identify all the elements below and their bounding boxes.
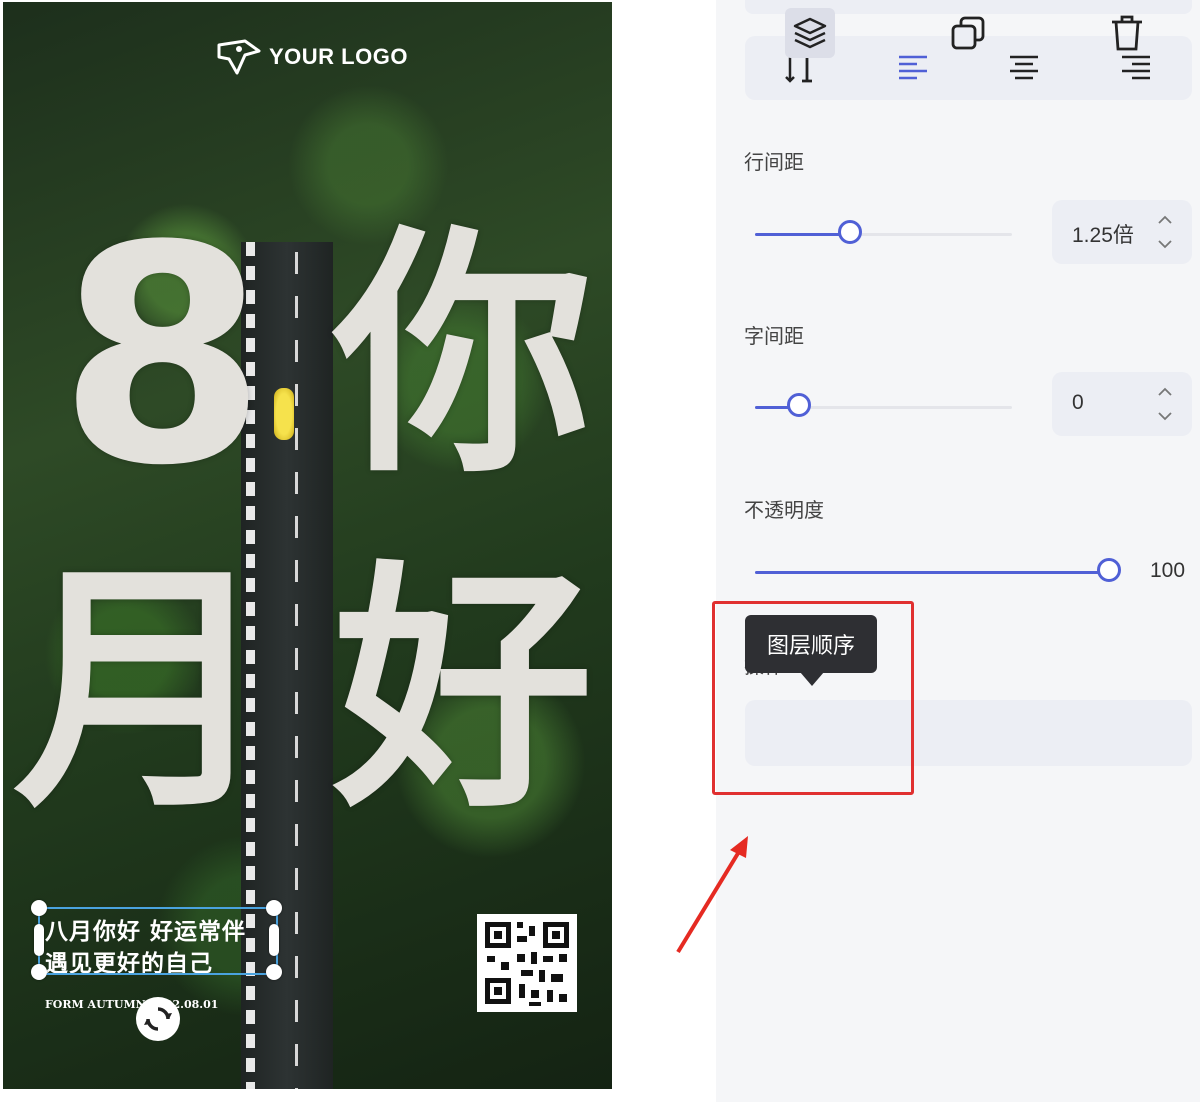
letter-spacing-decrement[interactable] <box>1156 409 1174 423</box>
line-spacing-fill <box>755 233 851 236</box>
align-right-icon <box>1122 55 1151 80</box>
resize-handle-left[interactable] <box>34 924 44 956</box>
opacity-thumb[interactable] <box>1097 558 1121 582</box>
line-spacing-thumb[interactable] <box>838 220 863 244</box>
letter-spacing-slider[interactable] <box>755 393 1012 417</box>
letter-spacing-increment[interactable] <box>1156 384 1174 398</box>
resize-handle-right[interactable] <box>269 924 279 956</box>
letter-spacing-label: 字间距 <box>744 326 804 348</box>
road-center-line <box>295 252 298 1089</box>
line-spacing-value: 1.25倍 <box>1072 224 1134 247</box>
annotation-arrow-icon <box>676 836 748 954</box>
copy-icon <box>951 16 985 50</box>
align-center-button[interactable] <box>999 43 1049 93</box>
duplicate-button[interactable] <box>943 8 993 58</box>
line-spacing-slider[interactable] <box>755 220 1012 244</box>
opacity-slider[interactable] <box>755 558 1121 582</box>
line-spacing-increment[interactable] <box>1156 212 1174 226</box>
rotate-handle[interactable] <box>136 997 180 1041</box>
resize-handle-bottom-right[interactable] <box>266 964 282 980</box>
letter-spacing-thumb[interactable] <box>786 393 811 417</box>
layer-order-button[interactable] <box>785 8 835 58</box>
line-spacing-decrement[interactable] <box>1156 237 1174 251</box>
headline-char-8[interactable]: 8 <box>58 207 267 507</box>
logo-text: YOUR LOGO <box>269 44 408 69</box>
annotation-highlight-box <box>712 601 914 795</box>
headline-char-ni[interactable]: 你 <box>333 227 593 487</box>
selection-box[interactable] <box>38 907 278 975</box>
chevron-down-icon <box>1158 411 1172 420</box>
opacity-label: 不透明度 <box>744 500 824 522</box>
chevron-up-icon <box>1158 215 1172 224</box>
qr-code-icon <box>485 922 569 1006</box>
headline-char-hao[interactable]: 好 <box>333 562 593 822</box>
letter-spacing-value: 0 <box>1072 391 1084 414</box>
align-left-button[interactable] <box>888 43 938 93</box>
headline-char-yue[interactable]: 月 <box>13 562 273 822</box>
line-spacing-label: 行间距 <box>744 152 804 174</box>
yellow-car <box>274 388 294 440</box>
qr-code[interactable] <box>477 914 577 1012</box>
line-spacing-input[interactable]: 1.25倍 <box>1052 200 1192 264</box>
letter-spacing-input[interactable]: 0 <box>1052 372 1192 436</box>
layers-icon <box>793 17 827 49</box>
align-center-icon <box>1010 55 1039 80</box>
opacity-value: 100 <box>1150 559 1186 582</box>
poster-canvas[interactable]: YOUR LOGO 8 你 月 好 八月你好 好运常伴 遇见更好的自己 FORM… <box>3 2 612 1089</box>
trash-icon <box>1112 15 1142 51</box>
opacity-fill <box>755 571 1109 574</box>
logo-icon <box>217 39 261 75</box>
chevron-up-icon <box>1158 387 1172 396</box>
poster-logo[interactable]: YOUR LOGO <box>215 37 408 77</box>
resize-handle-top-right[interactable] <box>266 900 282 916</box>
resize-handle-top-left[interactable] <box>31 900 47 916</box>
delete-button[interactable] <box>1102 8 1152 58</box>
rotate-icon <box>144 1007 172 1031</box>
align-left-icon <box>898 55 927 80</box>
chevron-down-icon <box>1158 239 1172 248</box>
poster-footer-text[interactable]: FORM AUTUMN 2022.08.01 <box>45 998 218 1011</box>
resize-handle-bottom-left[interactable] <box>31 964 47 980</box>
